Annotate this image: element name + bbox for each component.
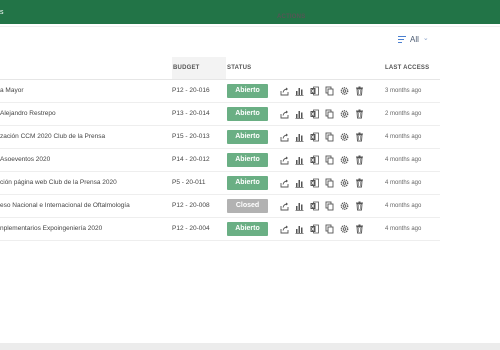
row-actions — [280, 224, 364, 234]
filter-lines-icon — [398, 35, 406, 43]
project-name[interactable]: ción página web Club de la Prensa 2020 — [0, 172, 117, 194]
excel-icon[interactable] — [310, 132, 319, 142]
table-row[interactable]: ción página web Club de la Prensa 2020 P5… — [0, 172, 440, 195]
share-icon[interactable] — [280, 155, 289, 165]
copy-icon[interactable] — [325, 178, 334, 188]
copy-icon[interactable] — [325, 109, 334, 119]
trash-icon[interactable] — [355, 109, 364, 119]
trash-icon[interactable] — [355, 86, 364, 96]
share-icon[interactable] — [280, 224, 289, 234]
share-icon[interactable] — [280, 132, 289, 142]
app-header-bar: s — [0, 0, 500, 24]
budget-code: P12 - 20-008 — [172, 202, 210, 209]
bar-chart-icon[interactable] — [295, 178, 304, 188]
project-name[interactable]: Asoeventos 2020 — [0, 149, 50, 171]
status-badge[interactable]: Abierto — [227, 84, 268, 98]
last-access-time: 4 months ago — [385, 203, 422, 209]
status-badge[interactable]: Abierto — [227, 130, 268, 144]
status-badge[interactable]: Abierto — [227, 176, 268, 190]
footer-band — [0, 343, 500, 350]
copy-icon[interactable] — [325, 86, 334, 96]
project-name[interactable]: Alejandro Restrepo — [0, 103, 56, 125]
bar-chart-icon[interactable] — [295, 132, 304, 142]
bar-chart-icon[interactable] — [295, 86, 304, 96]
filter-dropdown[interactable]: All ⌄ — [398, 33, 429, 45]
project-name[interactable]: a Mayor — [0, 80, 23, 102]
status-badge[interactable]: Abierto — [227, 222, 268, 236]
table-row[interactable]: Alejandro Restrepo P13 - 20-014 Abierto 2 m… — [0, 103, 440, 126]
row-actions — [280, 201, 364, 211]
excel-icon[interactable] — [310, 86, 319, 96]
column-header-status[interactable]: STATUS — [227, 57, 251, 79]
bar-chart-icon[interactable] — [295, 155, 304, 165]
budget-code: P14 - 20-012 — [172, 156, 210, 163]
settings-icon[interactable] — [340, 201, 349, 211]
trash-icon[interactable] — [355, 178, 364, 188]
copy-icon[interactable] — [325, 132, 334, 142]
trash-icon[interactable] — [355, 224, 364, 234]
share-icon[interactable] — [280, 201, 289, 211]
column-header-last-access[interactable]: LAST ACCESS — [385, 57, 429, 79]
last-access-time: 4 months ago — [385, 180, 422, 186]
copy-icon[interactable] — [325, 201, 334, 211]
settings-icon[interactable] — [340, 86, 349, 96]
row-actions — [280, 109, 364, 119]
trash-icon[interactable] — [355, 155, 364, 165]
excel-icon[interactable] — [310, 178, 319, 188]
budget-code: P13 - 20-014 — [172, 110, 210, 117]
status-badge[interactable]: Closed — [227, 199, 268, 213]
excel-icon[interactable] — [310, 201, 319, 211]
project-name[interactable]: zación CCM 2020 Club de la Prensa — [0, 126, 105, 148]
table-row[interactable]: zación CCM 2020 Club de la Prensa P15 - 2… — [0, 126, 440, 149]
excel-icon[interactable] — [310, 155, 319, 165]
table-row[interactable]: nplementarios Expoingeniería 2020 P12 - 2… — [0, 218, 440, 241]
row-actions — [280, 178, 364, 188]
column-header-actions: ACTIONS — [277, 6, 305, 20]
row-actions — [280, 155, 364, 165]
filter-label: All — [410, 34, 419, 44]
share-icon[interactable] — [280, 178, 289, 188]
last-access-time: 4 months ago — [385, 134, 422, 140]
budget-code: P12 - 20-004 — [172, 225, 210, 232]
share-icon[interactable] — [280, 86, 289, 96]
trash-icon[interactable] — [355, 201, 364, 211]
settings-icon[interactable] — [340, 109, 349, 119]
chevron-down-icon: ⌄ — [422, 35, 429, 42]
column-header-budget[interactable]: BUDGET — [172, 57, 226, 79]
table-row[interactable]: Asoeventos 2020 P14 - 20-012 Abierto 4 mont… — [0, 149, 440, 172]
row-actions — [280, 86, 364, 96]
bar-chart-icon[interactable] — [295, 224, 304, 234]
last-access-time: 2 months ago — [385, 111, 422, 117]
last-access-time: 3 months ago — [385, 88, 422, 94]
budget-code: P15 - 20-013 — [172, 133, 210, 140]
project-name[interactable]: eso Nacional e Internacional de Oftalmol… — [0, 195, 130, 217]
budget-code: P12 - 20-016 — [172, 87, 210, 94]
last-access-time: 4 months ago — [385, 226, 422, 232]
settings-icon[interactable] — [340, 155, 349, 165]
last-access-time: 4 months ago — [385, 157, 422, 163]
settings-icon[interactable] — [340, 224, 349, 234]
status-badge[interactable]: Abierto — [227, 107, 268, 121]
copy-icon[interactable] — [325, 224, 334, 234]
excel-icon[interactable] — [310, 224, 319, 234]
table-row[interactable]: a Mayor P12 - 20-016 Abierto 3 months ago — [0, 80, 440, 103]
bar-chart-icon[interactable] — [295, 109, 304, 119]
share-icon[interactable] — [280, 109, 289, 119]
excel-icon[interactable] — [310, 109, 319, 119]
settings-icon[interactable] — [340, 132, 349, 142]
budget-code: P5 - 20-011 — [172, 179, 206, 186]
bar-chart-icon[interactable] — [295, 201, 304, 211]
trash-icon[interactable] — [355, 132, 364, 142]
table-row[interactable]: eso Nacional e Internacional de Oftalmol… — [0, 195, 440, 218]
header-divider — [0, 26, 500, 27]
status-badge[interactable]: Abierto — [227, 153, 268, 167]
project-name[interactable]: nplementarios Expoingeniería 2020 — [0, 218, 102, 240]
copy-icon[interactable] — [325, 155, 334, 165]
settings-icon[interactable] — [340, 178, 349, 188]
row-actions — [280, 132, 364, 142]
app-title-fragment: s — [0, 9, 4, 16]
